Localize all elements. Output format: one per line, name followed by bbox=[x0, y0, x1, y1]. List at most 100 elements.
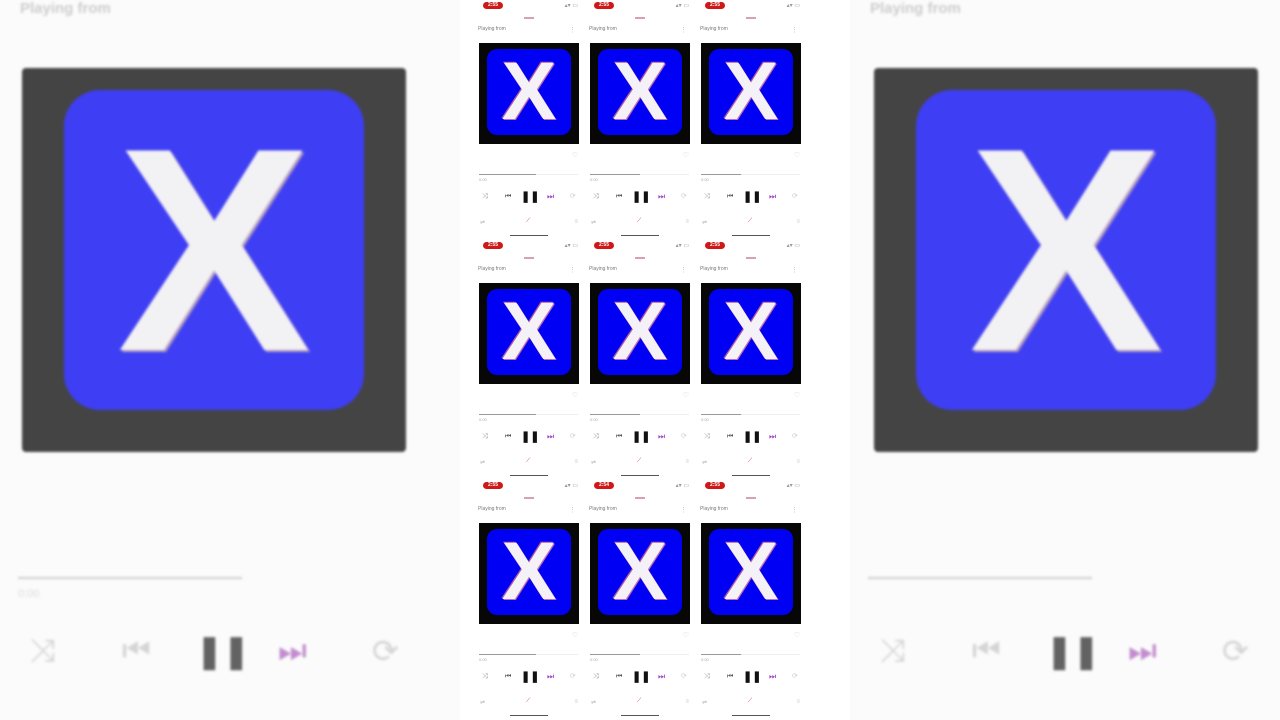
pause-icon[interactable]: ❚❚ bbox=[632, 190, 650, 204]
lyrics-icon[interactable]: ⟋ bbox=[637, 698, 641, 705]
repeat-icon[interactable]: ⟳ bbox=[792, 190, 798, 204]
queue-icon[interactable]: ≡ bbox=[796, 219, 800, 225]
drag-handle[interactable] bbox=[746, 257, 756, 259]
cast-icon[interactable]: ⇌ bbox=[480, 459, 485, 466]
skip-previous-icon[interactable]: ⏮ bbox=[616, 670, 622, 684]
skip-next-icon[interactable]: ⏭ bbox=[658, 670, 665, 684]
more-icon[interactable]: ⋮ bbox=[680, 26, 687, 34]
queue-icon[interactable]: ≡ bbox=[574, 699, 578, 705]
skip-next-icon[interactable]: ⏭ bbox=[769, 430, 776, 444]
lyrics-icon[interactable]: ⟋ bbox=[637, 458, 641, 465]
skip-next-icon[interactable]: ⏭ bbox=[547, 190, 554, 204]
more-icon[interactable]: ⋮ bbox=[791, 506, 798, 514]
pause-icon[interactable]: ❚❚ bbox=[521, 430, 539, 444]
cast-icon[interactable]: ⇌ bbox=[702, 219, 707, 226]
cast-icon[interactable]: ⇌ bbox=[480, 219, 485, 226]
shuffle-icon[interactable]: ⤨ bbox=[593, 430, 599, 444]
skip-previous-icon[interactable]: ⏮ bbox=[616, 190, 622, 204]
queue-icon[interactable]: ≡ bbox=[685, 699, 689, 705]
like-icon[interactable]: ♡ bbox=[683, 631, 689, 639]
queue-icon[interactable]: ≡ bbox=[574, 459, 578, 465]
skip-next-icon[interactable]: ⏭ bbox=[769, 670, 776, 684]
queue-icon[interactable]: ≡ bbox=[796, 699, 800, 705]
skip-previous-icon[interactable]: ⏮ bbox=[505, 190, 511, 204]
progress-bar[interactable] bbox=[701, 414, 800, 415]
progress-bar[interactable] bbox=[590, 654, 689, 655]
pause-icon[interactable]: ❚❚ bbox=[743, 190, 761, 204]
cast-icon[interactable]: ⇌ bbox=[702, 459, 707, 466]
skip-previous-icon[interactable]: ⏮ bbox=[616, 430, 622, 444]
skip-previous-icon[interactable]: ⏮ bbox=[505, 670, 511, 684]
queue-icon[interactable]: ≡ bbox=[685, 219, 689, 225]
like-icon[interactable]: ♡ bbox=[572, 151, 578, 159]
like-icon[interactable]: ♡ bbox=[683, 151, 689, 159]
cast-icon[interactable]: ⇌ bbox=[591, 459, 596, 466]
shuffle-icon[interactable]: ⤨ bbox=[482, 190, 488, 204]
more-icon[interactable]: ⋮ bbox=[569, 26, 576, 34]
more-icon[interactable]: ⋮ bbox=[680, 506, 687, 514]
more-icon[interactable]: ⋮ bbox=[791, 26, 798, 34]
drag-handle[interactable] bbox=[746, 497, 756, 499]
skip-next-icon[interactable]: ⏭ bbox=[547, 670, 554, 684]
skip-next-icon[interactable]: ⏭ bbox=[658, 190, 665, 204]
drag-handle[interactable] bbox=[524, 257, 534, 259]
skip-previous-icon[interactable]: ⏮ bbox=[727, 670, 733, 684]
repeat-icon[interactable]: ⟳ bbox=[570, 190, 576, 204]
pause-icon[interactable]: ❚❚ bbox=[743, 670, 761, 684]
pause-icon[interactable]: ❚❚ bbox=[632, 670, 650, 684]
drag-handle[interactable] bbox=[635, 497, 645, 499]
repeat-icon[interactable]: ⟳ bbox=[570, 430, 576, 444]
shuffle-icon[interactable]: ⤨ bbox=[482, 670, 488, 684]
more-icon[interactable]: ⋮ bbox=[791, 266, 798, 274]
progress-bar[interactable] bbox=[590, 174, 689, 175]
skip-previous-icon[interactable]: ⏮ bbox=[505, 430, 511, 444]
skip-next-icon[interactable]: ⏭ bbox=[769, 190, 776, 204]
like-icon[interactable]: ♡ bbox=[794, 391, 800, 399]
cast-icon[interactable]: ⇌ bbox=[591, 699, 596, 706]
shuffle-icon[interactable]: ⤨ bbox=[704, 430, 710, 444]
cast-icon[interactable]: ⇌ bbox=[480, 699, 485, 706]
repeat-icon[interactable]: ⟳ bbox=[681, 190, 687, 204]
shuffle-icon[interactable]: ⤨ bbox=[593, 670, 599, 684]
repeat-icon[interactable]: ⟳ bbox=[792, 670, 798, 684]
more-icon[interactable]: ⋮ bbox=[680, 266, 687, 274]
drag-handle[interactable] bbox=[746, 17, 756, 19]
progress-bar[interactable] bbox=[590, 414, 689, 415]
drag-handle[interactable] bbox=[524, 17, 534, 19]
queue-icon[interactable]: ≡ bbox=[574, 219, 578, 225]
shuffle-icon[interactable]: ⤨ bbox=[704, 670, 710, 684]
pause-icon[interactable]: ❚❚ bbox=[743, 430, 761, 444]
shuffle-icon[interactable]: ⤨ bbox=[593, 190, 599, 204]
lyrics-icon[interactable]: ⟋ bbox=[526, 458, 530, 465]
more-icon[interactable]: ⋮ bbox=[569, 506, 576, 514]
pause-icon[interactable]: ❚❚ bbox=[521, 190, 539, 204]
more-icon[interactable]: ⋮ bbox=[569, 266, 576, 274]
cast-icon[interactable]: ⇌ bbox=[591, 219, 596, 226]
drag-handle[interactable] bbox=[635, 17, 645, 19]
lyrics-icon[interactable]: ⟋ bbox=[748, 698, 752, 705]
lyrics-icon[interactable]: ⟋ bbox=[748, 218, 752, 225]
repeat-icon[interactable]: ⟳ bbox=[570, 670, 576, 684]
like-icon[interactable]: ♡ bbox=[794, 631, 800, 639]
queue-icon[interactable]: ≡ bbox=[796, 459, 800, 465]
pause-icon[interactable]: ❚❚ bbox=[632, 430, 650, 444]
repeat-icon[interactable]: ⟳ bbox=[681, 430, 687, 444]
like-icon[interactable]: ♡ bbox=[794, 151, 800, 159]
shuffle-icon[interactable]: ⤨ bbox=[482, 430, 488, 444]
skip-previous-icon[interactable]: ⏮ bbox=[727, 190, 733, 204]
queue-icon[interactable]: ≡ bbox=[685, 459, 689, 465]
progress-bar[interactable] bbox=[479, 174, 578, 175]
like-icon[interactable]: ♡ bbox=[572, 391, 578, 399]
pause-icon[interactable]: ❚❚ bbox=[521, 670, 539, 684]
repeat-icon[interactable]: ⟳ bbox=[681, 670, 687, 684]
skip-previous-icon[interactable]: ⏮ bbox=[727, 430, 733, 444]
like-icon[interactable]: ♡ bbox=[572, 631, 578, 639]
lyrics-icon[interactable]: ⟋ bbox=[748, 458, 752, 465]
drag-handle[interactable] bbox=[635, 257, 645, 259]
cast-icon[interactable]: ⇌ bbox=[702, 699, 707, 706]
drag-handle[interactable] bbox=[524, 497, 534, 499]
lyrics-icon[interactable]: ⟋ bbox=[526, 218, 530, 225]
skip-next-icon[interactable]: ⏭ bbox=[547, 430, 554, 444]
lyrics-icon[interactable]: ⟋ bbox=[637, 218, 641, 225]
shuffle-icon[interactable]: ⤨ bbox=[704, 190, 710, 204]
